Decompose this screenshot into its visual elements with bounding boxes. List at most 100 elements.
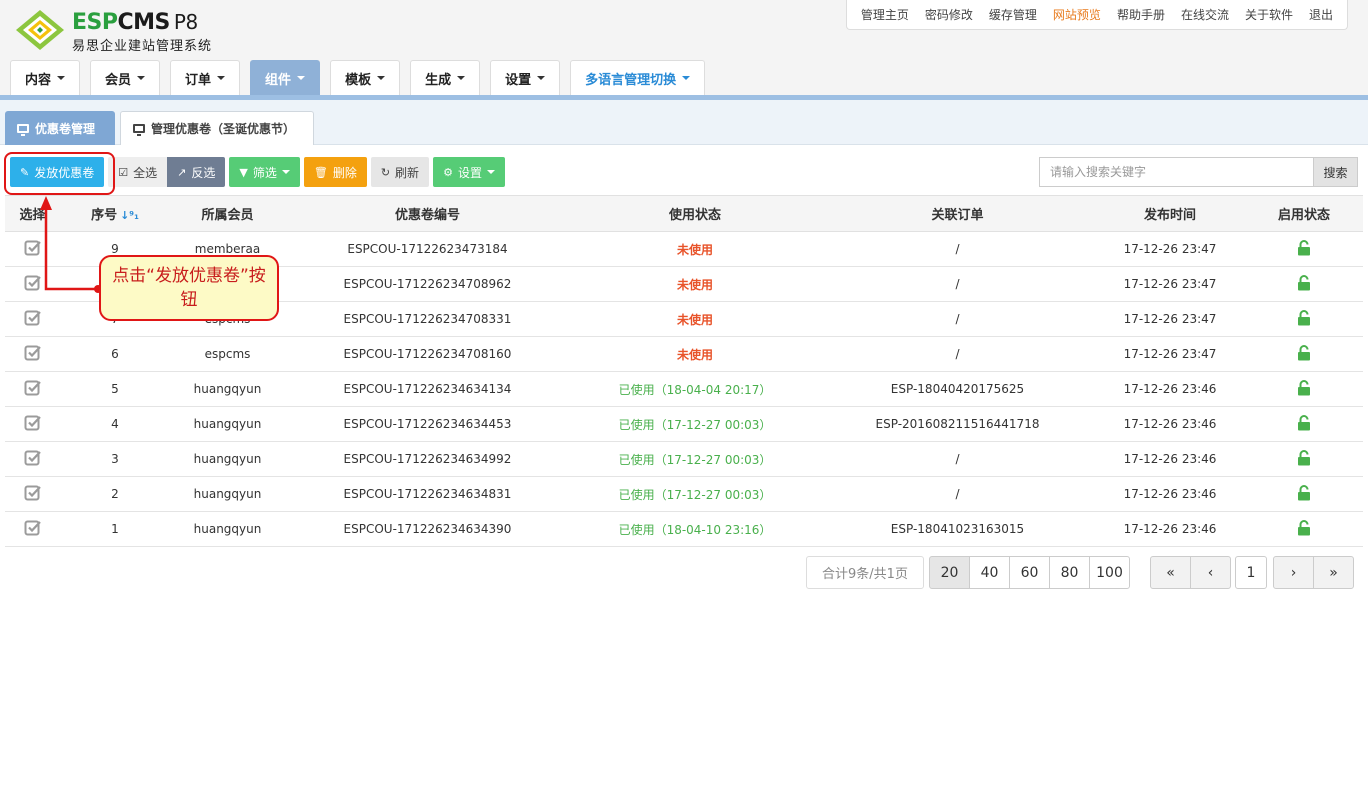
row-enabled[interactable] (1245, 371, 1363, 407)
row-time: 17-12-26 23:46 (1095, 476, 1245, 512)
checkbox-icon[interactable] (24, 239, 42, 257)
table-row[interactable]: 6 espcms ESPCOU-171226234708160 未使用/17-12-2… (5, 336, 1363, 372)
nav-member[interactable]: 会员 (90, 60, 161, 95)
refresh-button[interactable]: ↻ 刷新 (370, 157, 430, 187)
col-enabled: 启用状态 (1245, 195, 1363, 232)
row-enabled[interactable] (1245, 231, 1363, 267)
nav-template[interactable]: 模板 (330, 60, 401, 95)
table-row[interactable]: 1 huangqyun ESPCOU-171226234634390 已使用（18-0… (5, 511, 1363, 547)
row-status: 未使用 (570, 336, 820, 372)
row-checkbox[interactable] (5, 336, 60, 372)
row-enabled[interactable] (1245, 406, 1363, 442)
topmenu-help[interactable]: 帮助手册 (1117, 6, 1165, 23)
row-checkbox[interactable] (5, 231, 60, 267)
page-size-100[interactable]: 100 (1089, 556, 1130, 589)
unlock-icon[interactable] (1297, 274, 1311, 294)
table-row[interactable]: 4 huangqyun ESPCOU-171226234634453 已使用（17-1… (5, 406, 1363, 442)
topmenu-logout[interactable]: 退出 (1309, 6, 1333, 23)
caret-down-icon (57, 76, 66, 80)
row-checkbox[interactable] (5, 441, 60, 477)
topmenu-home[interactable]: 管理主页 (861, 6, 909, 23)
nav-order[interactable]: 订单 (170, 60, 241, 95)
gear-icon: ⚙ (443, 165, 453, 179)
unlock-icon[interactable] (1297, 239, 1311, 259)
row-enabled[interactable] (1245, 336, 1363, 372)
page-size-60[interactable]: 60 (1009, 556, 1050, 589)
first-page-icon[interactable]: « (1150, 556, 1191, 589)
page-1-button[interactable]: 1 (1235, 556, 1267, 589)
page-size-20[interactable]: 20 (929, 556, 970, 589)
row-id: 2 (60, 476, 170, 512)
unlock-icon[interactable] (1297, 519, 1311, 539)
nav-generate[interactable]: 生成 (410, 60, 481, 95)
checkbox-icon[interactable] (24, 449, 42, 467)
row-enabled[interactable] (1245, 511, 1363, 547)
topmenu-password[interactable]: 密码修改 (925, 6, 973, 23)
table-row[interactable]: 3 huangqyun ESPCOU-171226234634992 已使用（17-1… (5, 441, 1363, 477)
checkbox-icon[interactable] (24, 274, 42, 292)
unlock-icon[interactable] (1297, 379, 1311, 399)
nav-component[interactable]: 组件 (250, 60, 321, 95)
page-size-group: 20 40 60 80 100 (929, 556, 1130, 589)
caret-down-icon (217, 76, 226, 80)
coupon-table: 选择 序号 ↓⁹₁ 所属会员 优惠卷编号 使用状态 关联订单 发布时间 启用状态 … (5, 195, 1363, 547)
refresh-icon: ↻ (380, 165, 391, 179)
unlock-icon[interactable] (1297, 449, 1311, 469)
invert-select-button[interactable]: ↗ 反选 (167, 157, 226, 187)
last-page-icon[interactable]: » (1313, 556, 1354, 589)
prev-page-icon[interactable]: ‹ (1190, 556, 1231, 589)
table-row[interactable]: 2 huangqyun ESPCOU-171226234634831 已使用（17-1… (5, 476, 1363, 512)
row-enabled[interactable] (1245, 441, 1363, 477)
top-menu: 管理主页 密码修改 缓存管理 网站预览 帮助手册 在线交流 关于软件 退出 (845, 0, 1348, 30)
header: ESPCMS P8 易思企业建站管理系统 管理主页 密码修改 缓存管理 网站预览 … (0, 0, 1368, 95)
nav-language[interactable]: 多语言管理切换 (570, 60, 706, 95)
nav-content[interactable]: 内容 (10, 60, 81, 95)
checkbox-icon[interactable] (24, 414, 42, 432)
row-checkbox[interactable] (5, 266, 60, 302)
search-button[interactable]: 搜索 (1313, 157, 1358, 187)
settings-button[interactable]: ⚙ 设置 (433, 157, 505, 187)
unlock-icon[interactable] (1297, 484, 1311, 504)
checkbox-icon[interactable] (24, 484, 42, 502)
row-checkbox[interactable] (5, 476, 60, 512)
unlock-icon[interactable] (1297, 414, 1311, 434)
row-enabled[interactable] (1245, 476, 1363, 512)
tab-coupon-list[interactable]: 管理优惠卷（圣诞优惠节） (120, 111, 314, 145)
checkbox-icon[interactable] (24, 309, 42, 327)
checkbox-icon[interactable] (24, 379, 42, 397)
logo[interactable]: ESPCMS P8 易思企业建站管理系统 (14, 8, 234, 54)
page-size-80[interactable]: 80 (1049, 556, 1090, 589)
col-id[interactable]: 序号 ↓⁹₁ (60, 195, 170, 232)
row-checkbox[interactable] (5, 511, 60, 547)
row-checkbox[interactable] (5, 301, 60, 337)
col-select: 选择 (5, 195, 60, 232)
row-checkbox[interactable] (5, 406, 60, 442)
sort-icon[interactable]: ↓⁹₁ (120, 209, 139, 222)
row-code: ESPCOU-171226234708160 (285, 336, 570, 372)
checkbox-icon[interactable] (24, 344, 42, 362)
topmenu-preview[interactable]: 网站预览 (1053, 6, 1101, 23)
delete-button[interactable]: 🗑 删除 (303, 157, 367, 187)
unlock-icon[interactable] (1297, 344, 1311, 364)
table-row[interactable]: 5 huangqyun ESPCOU-171226234634134 已使用（18-0… (5, 371, 1363, 407)
row-status: 已使用（17-12-27 00:03） (570, 441, 820, 477)
select-all-button[interactable]: ☑ 全选 (108, 157, 168, 187)
row-checkbox[interactable] (5, 371, 60, 407)
row-enabled[interactable] (1245, 301, 1363, 337)
row-enabled[interactable] (1245, 266, 1363, 302)
topmenu-chat[interactable]: 在线交流 (1181, 6, 1229, 23)
page-size-40[interactable]: 40 (969, 556, 1010, 589)
checkbox-icon[interactable] (24, 519, 42, 537)
row-time: 17-12-26 23:47 (1095, 336, 1245, 372)
topmenu-cache[interactable]: 缓存管理 (989, 6, 1037, 23)
filter-button[interactable]: ▼ 筛选 (229, 157, 300, 187)
tab-coupon-manage[interactable]: 优惠卷管理 (5, 111, 115, 145)
row-status: 未使用 (570, 231, 820, 267)
topmenu-about[interactable]: 关于软件 (1245, 6, 1293, 23)
annotation-highlight-box (4, 152, 115, 195)
nav-settings[interactable]: 设置 (490, 60, 561, 95)
unlock-icon[interactable] (1297, 309, 1311, 329)
search-input[interactable] (1039, 157, 1313, 187)
next-page-icon[interactable]: › (1273, 556, 1314, 589)
col-code: 优惠卷编号 (285, 195, 570, 232)
